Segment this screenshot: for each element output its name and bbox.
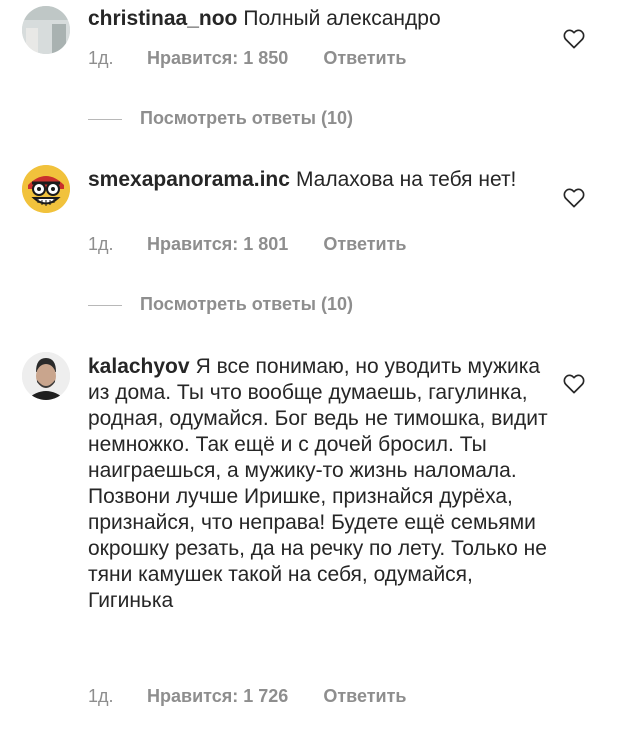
comment-body: Полный александро [243, 7, 441, 30]
comment-text: smexapanorama.inc Малахова на тебя нет! [88, 167, 558, 193]
avatar-image [22, 352, 70, 400]
view-replies-button[interactable]: Посмотреть ответы (10) [88, 108, 353, 130]
avatar-image [22, 165, 70, 213]
comment-body: Малахова на тебя нет! [295, 168, 517, 191]
avatar-image [22, 6, 70, 54]
comment-username[interactable]: christinaa_noo [88, 7, 237, 30]
comment-username[interactable]: smexapanorama.inc [88, 168, 290, 191]
divider-line [88, 118, 122, 120]
comment-time[interactable]: 1д. [88, 234, 142, 255]
avatar[interactable] [22, 165, 70, 213]
heart-outline-icon[interactable] [563, 188, 585, 208]
view-replies-button[interactable]: Посмотреть ответы (10) [88, 294, 353, 316]
comment-text: kalachyov Я все понимаю, но уводить мужик… [88, 354, 558, 614]
comment-meta: 1д. Нравится: 1 726 Ответить [88, 686, 407, 707]
reply-button[interactable]: Ответить [323, 234, 406, 255]
view-replies-label: Посмотреть ответы (10) [140, 294, 353, 314]
comment-username[interactable]: kalachyov [88, 355, 190, 378]
avatar[interactable] [22, 352, 70, 400]
reply-button[interactable]: Ответить [323, 48, 406, 69]
likes-count[interactable]: Нравится: 1 726 [147, 686, 288, 707]
comment-meta: 1д. Нравится: 1 801 Ответить [88, 234, 407, 255]
view-replies-label: Посмотреть ответы (10) [140, 108, 353, 128]
heart-outline-icon[interactable] [563, 29, 585, 49]
heart-outline-icon[interactable] [563, 374, 585, 394]
likes-count[interactable]: Нравится: 1 850 [147, 48, 288, 69]
likes-count[interactable]: Нравится: 1 801 [147, 234, 288, 255]
reply-button[interactable]: Ответить [323, 686, 406, 707]
comment-meta: 1д. Нравится: 1 850 Ответить [88, 48, 407, 69]
comment-text: christinaa_noo Полный александро [88, 6, 558, 32]
comment-body: Я все понимаю, но уводить мужика из дома… [88, 355, 548, 612]
avatar[interactable] [22, 6, 70, 54]
divider-line [88, 304, 122, 306]
comment-time[interactable]: 1д. [88, 48, 142, 69]
comment-time[interactable]: 1д. [88, 686, 142, 707]
